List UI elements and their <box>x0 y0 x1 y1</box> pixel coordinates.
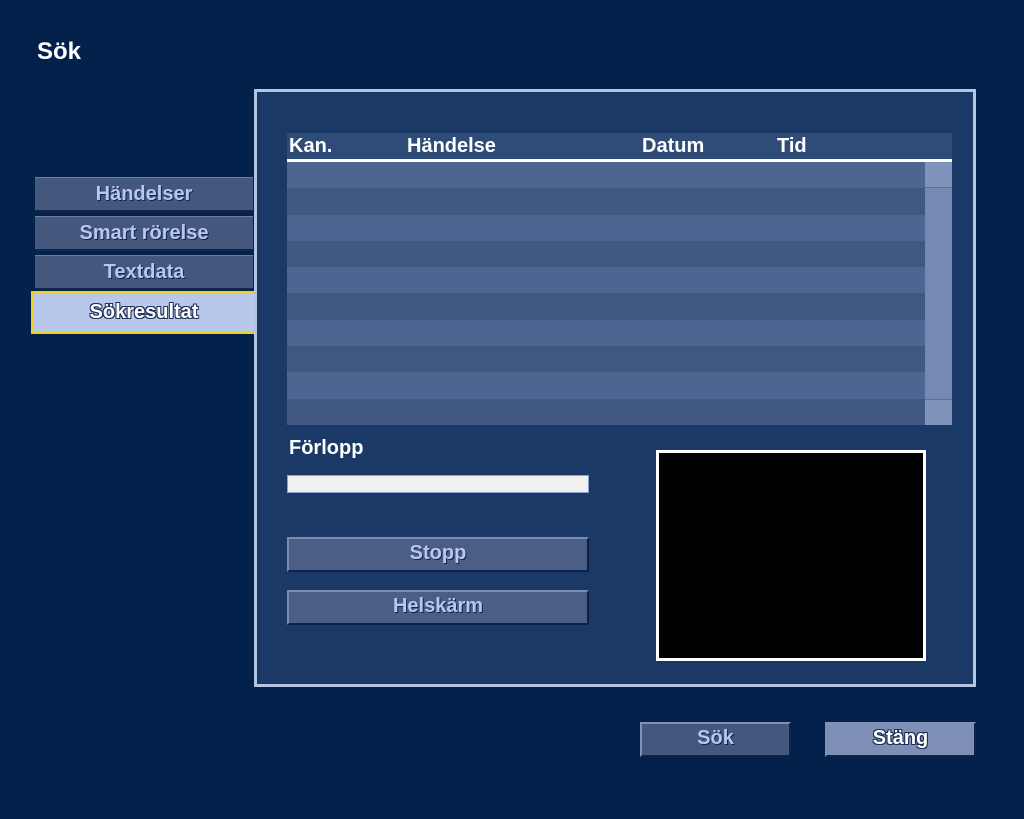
scroll-up-button[interactable] <box>925 162 952 188</box>
table-row[interactable] <box>287 240 925 268</box>
table-row[interactable] <box>287 346 925 373</box>
tab-sokresultat[interactable]: Sökresultat <box>31 291 257 334</box>
table-row[interactable] <box>287 267 925 294</box>
video-preview[interactable] <box>656 450 926 661</box>
page-title: Sök <box>37 38 82 65</box>
search-button[interactable]: Sök <box>640 722 791 757</box>
table-row[interactable] <box>287 293 925 320</box>
table-row[interactable] <box>287 398 925 425</box>
stop-button[interactable]: Stopp <box>287 537 589 572</box>
column-header-time[interactable]: Tid <box>777 134 807 158</box>
column-header-event[interactable]: Händelse <box>407 134 496 158</box>
results-table: Kan. Händelse Datum Tid <box>287 133 952 425</box>
table-row[interactable] <box>287 319 925 347</box>
table-row[interactable] <box>287 188 925 215</box>
close-button[interactable]: Stäng <box>825 722 976 757</box>
table-body <box>287 162 925 425</box>
tab-handelser[interactable]: Händelser <box>35 177 253 212</box>
progress-bar <box>287 475 589 493</box>
results-scrollbar[interactable] <box>925 162 952 425</box>
table-row[interactable] <box>287 372 925 399</box>
table-row[interactable] <box>287 162 925 189</box>
table-row[interactable] <box>287 214 925 241</box>
scroll-down-button[interactable] <box>925 399 952 425</box>
scroll-track[interactable] <box>925 188 952 399</box>
tab-textdata[interactable]: Textdata <box>35 255 253 290</box>
fullscreen-button[interactable]: Helskärm <box>287 590 589 625</box>
column-header-date[interactable]: Datum <box>642 134 704 158</box>
table-header: Kan. Händelse Datum Tid <box>287 133 952 162</box>
tab-smart-rorelse[interactable]: Smart rörelse <box>35 216 253 251</box>
column-header-channel[interactable]: Kan. <box>289 134 332 158</box>
progress-label: Förlopp <box>289 437 364 459</box>
